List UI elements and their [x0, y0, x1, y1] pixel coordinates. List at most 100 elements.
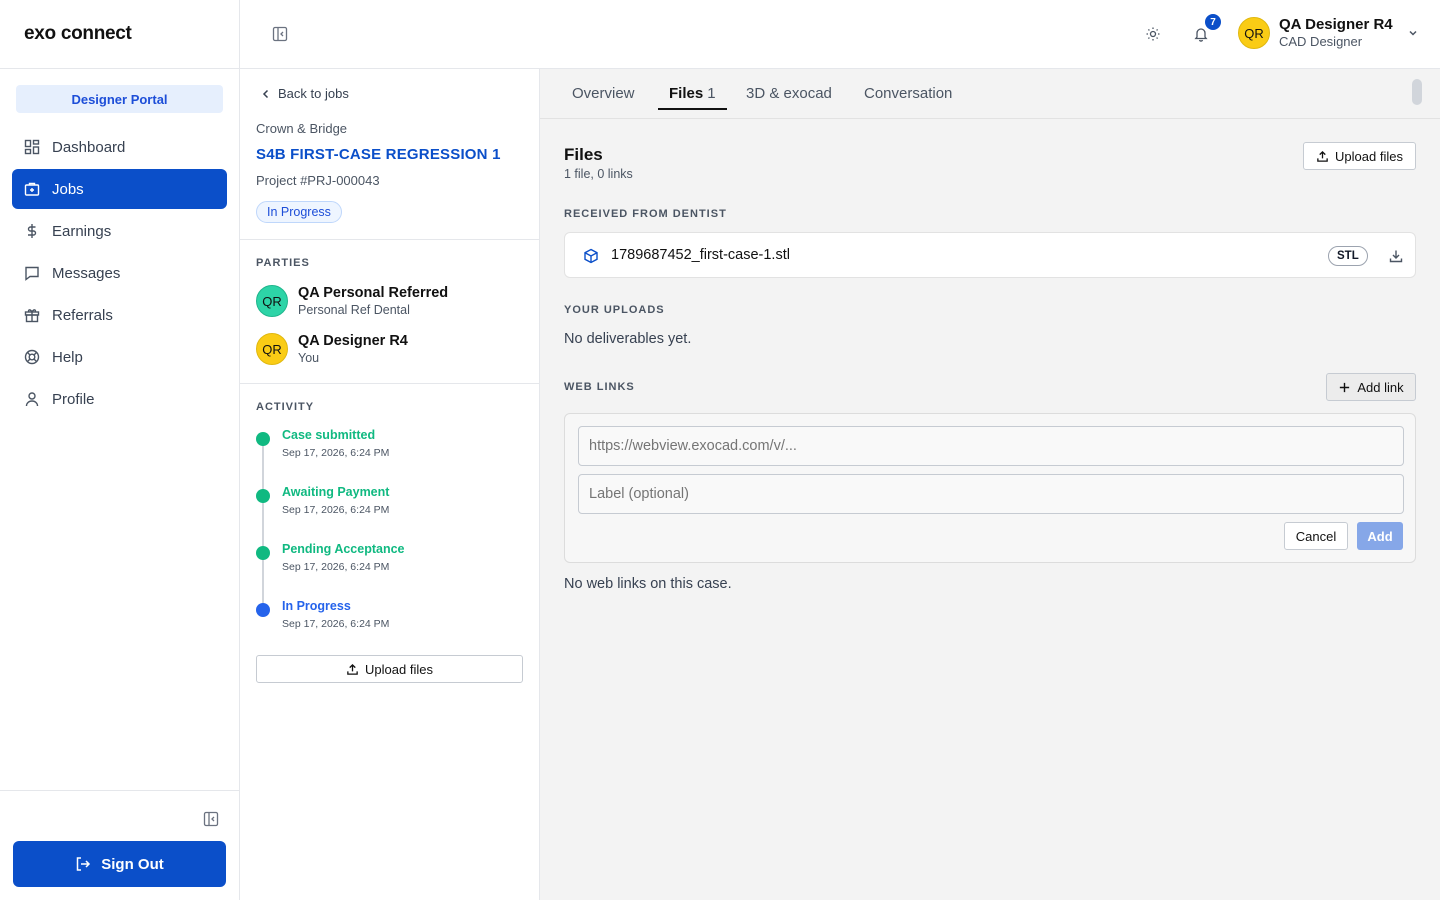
logout-icon — [77, 857, 91, 871]
add-button[interactable]: Add — [1357, 522, 1403, 550]
party-name: QA Personal Referred — [298, 285, 449, 301]
chevron-left-icon — [262, 89, 269, 98]
upload-icon — [1317, 150, 1328, 162]
user-name: QA Designer R4 — [1279, 16, 1393, 33]
timeline-date: Sep 17, 2026, 6:24 PM — [282, 561, 390, 573]
timeline-title: Case submitted — [282, 428, 376, 442]
avatar: QR — [1238, 17, 1270, 49]
sidebar-item-messages[interactable]: Messages — [12, 253, 227, 293]
sidebar-item-dashboard[interactable]: Dashboard — [12, 127, 227, 167]
timeline-line — [262, 434, 264, 604]
chevron-down-icon — [1409, 30, 1417, 36]
sidebar-item-label: Help — [52, 348, 83, 366]
lifebuoy-icon — [24, 349, 40, 365]
sidebar-nav: Dashboard Jobs Earnings Messages Referra… — [0, 127, 239, 419]
label-input[interactable] — [578, 474, 1404, 514]
uploads-heading: YOUR UPLOADS — [564, 304, 665, 316]
sidebar-item-label: Earnings — [52, 222, 112, 240]
sidebar-item-profile[interactable]: Profile — [12, 379, 227, 419]
top-header: 7 QR QA Designer R4 CAD Designer — [240, 0, 1440, 69]
dashboard-icon — [24, 139, 40, 155]
party-name: QA Designer R4 — [298, 333, 408, 349]
cube-icon — [584, 248, 598, 264]
file-name[interactable]: 1789687452_first-case-1.stl — [611, 247, 790, 263]
timeline-title: Awaiting Payment — [282, 485, 390, 499]
briefcase-icon — [24, 182, 40, 196]
dollar-icon — [27, 224, 37, 238]
app-logo[interactable]: exo connect — [0, 0, 239, 69]
back-label: Back to jobs — [278, 86, 349, 101]
sidebar-item-jobs[interactable]: Jobs — [12, 169, 227, 209]
user-icon — [25, 392, 39, 407]
activity-heading: ACTIVITY — [256, 401, 315, 413]
sidebar-toggle-icon[interactable] — [272, 26, 288, 42]
upload-files-button[interactable]: Upload files — [1303, 142, 1416, 170]
party-item: QR QA Designer R4 You — [256, 332, 408, 366]
tab-conversation[interactable]: Conversation — [864, 85, 952, 109]
job-detail-panel: Back to jobs Crown & Bridge S4B FIRST-CA… — [240, 69, 540, 900]
sidebar-collapse-icon[interactable] — [203, 811, 219, 827]
upload-files-button[interactable]: Upload files — [256, 655, 523, 683]
notification-badge: 7 — [1205, 14, 1221, 30]
timeline-dot — [256, 603, 270, 617]
links-empty-text: No web links on this case. — [564, 576, 732, 592]
divider — [240, 383, 539, 384]
files-summary: 1 file, 0 links — [564, 167, 633, 181]
sidebar-item-label: Jobs — [52, 180, 84, 198]
parties-heading: PARTIES — [256, 257, 310, 269]
user-menu[interactable]: QR QA Designer R4 CAD Designer — [1238, 16, 1419, 50]
tab-count: 1 — [707, 85, 716, 102]
uploads-empty-text: No deliverables yet. — [564, 331, 692, 347]
tab-3d-exocad[interactable]: 3D & exocad — [746, 85, 832, 109]
download-icon[interactable] — [1389, 249, 1403, 263]
add-link-form: Cancel Add — [564, 413, 1416, 563]
timeline-dot — [256, 432, 270, 446]
timeline-date: Sep 17, 2026, 6:24 PM — [282, 618, 390, 630]
add-link-button[interactable]: Add link — [1326, 373, 1416, 401]
sidebar-item-help[interactable]: Help — [12, 337, 227, 377]
url-input[interactable] — [578, 426, 1404, 466]
sidebar-footer: Sign Out — [0, 790, 239, 900]
tab-bar: Overview Files 1 3D & exocad Conversation — [540, 69, 1440, 119]
scrollbar[interactable] — [1412, 79, 1422, 105]
back-to-jobs-link[interactable]: Back to jobs — [260, 86, 349, 101]
upload-label: Upload files — [365, 661, 433, 677]
party-sub: You — [298, 351, 320, 365]
timeline-title: Pending Acceptance — [282, 542, 405, 556]
project-number: Project #PRJ-000043 — [256, 173, 380, 188]
files-title: Files — [564, 145, 603, 164]
web-links-heading: WEB LINKS — [564, 381, 635, 393]
sidebar-item-label: Dashboard — [52, 138, 126, 156]
file-row[interactable]: 1789687452_first-case-1.stl STL — [564, 232, 1416, 278]
timeline-title: In Progress — [282, 599, 351, 613]
main-content: Overview Files 1 3D & exocad Conversation… — [540, 69, 1440, 900]
timeline-dot — [256, 489, 270, 503]
avatar: QR — [256, 333, 288, 365]
tab-files[interactable]: Files 1 — [658, 85, 727, 110]
sidebar-item-earnings[interactable]: Earnings — [12, 211, 227, 251]
user-role: CAD Designer — [1279, 34, 1363, 49]
party-sub: Personal Ref Dental — [298, 303, 410, 317]
sun-icon[interactable] — [1145, 26, 1161, 42]
status-badge: In Progress — [256, 201, 342, 223]
sign-out-label: Sign Out — [101, 855, 164, 873]
cancel-button[interactable]: Cancel — [1284, 522, 1348, 550]
timeline-dot — [256, 546, 270, 560]
upload-label: Upload files — [1335, 148, 1403, 164]
tab-label: Files — [669, 85, 704, 102]
sidebar-item-label: Messages — [52, 264, 121, 282]
timeline-date: Sep 17, 2026, 6:24 PM — [282, 504, 390, 516]
tab-overview[interactable]: Overview — [572, 85, 635, 109]
sign-out-button[interactable]: Sign Out — [13, 841, 226, 887]
bell-icon[interactable] — [1193, 26, 1209, 42]
portal-badge: Designer Portal — [16, 85, 223, 113]
file-type-badge: STL — [1328, 246, 1368, 266]
message-icon — [25, 266, 39, 281]
gift-icon — [24, 309, 40, 323]
sidebar: exo connect Designer Portal Dashboard Jo… — [0, 0, 240, 900]
avatar: QR — [256, 285, 288, 317]
job-title: S4B FIRST-CASE REGRESSION 1 — [256, 146, 501, 163]
sidebar-item-label: Referrals — [52, 306, 113, 324]
party-item: QR QA Personal Referred Personal Ref Den… — [256, 284, 448, 318]
sidebar-item-referrals[interactable]: Referrals — [12, 295, 227, 335]
